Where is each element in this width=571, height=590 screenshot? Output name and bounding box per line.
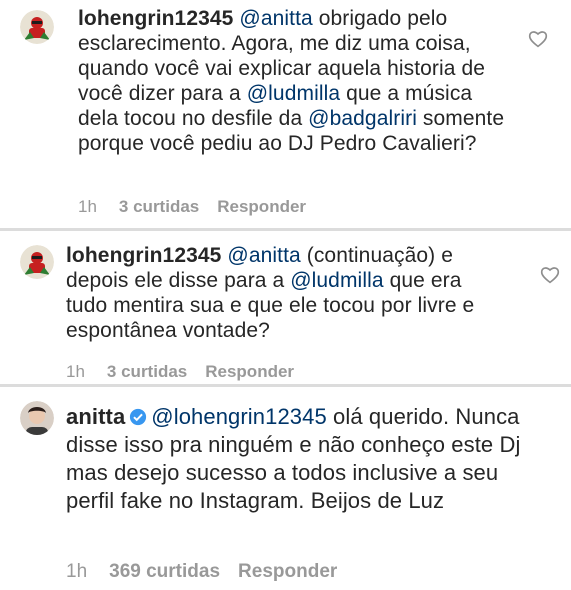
comment-text: lohengrin12345 @anitta obrigado pelo esc… [78,6,518,156]
reply-button[interactable]: Responder [238,561,337,582]
comment-text: anitta @lohengrin12345 olá querido. Nunca… [66,403,526,515]
verified-badge-icon [130,408,147,426]
likes-count-button[interactable]: 3 curtidas [119,197,199,216]
likes-count-button[interactable]: 3 curtidas [107,362,187,381]
mention-link[interactable]: @ludmilla [247,82,340,105]
mention-link[interactable]: @lohengrin12345 [151,404,327,429]
comment-time: 1h [78,197,97,216]
comment-username[interactable]: anitta [66,404,125,429]
comment-username[interactable]: lohengrin12345 [66,244,221,267]
comment-item: lohengrin12345 @anitta (continuação) e d… [0,228,571,384]
comment-meta: 1h 3 curtidas Responder [66,362,312,382]
mention-link[interactable]: @badgalriri [308,107,417,130]
heart-icon[interactable] [540,266,560,284]
comment-item: lohengrin12345 @anitta obrigado pelo esc… [0,0,571,228]
comment-username[interactable]: lohengrin12345 [78,7,233,30]
profile-avatar-icon[interactable] [20,245,54,279]
comment-meta: 1h 3 curtidas Responder [78,197,324,217]
reply-button[interactable]: Responder [205,362,294,381]
profile-avatar-icon[interactable] [20,10,54,44]
comment-meta: 1h 369 curtidas Responder [66,561,355,583]
reply-button[interactable]: Responder [217,197,306,216]
profile-avatar-icon[interactable] [20,401,54,435]
heart-icon[interactable] [528,30,548,48]
mention-link[interactable]: @anitta [239,7,312,30]
mention-link[interactable]: @anitta [227,244,300,267]
comment-thread: lohengrin12345 @anitta obrigado pelo esc… [0,0,571,590]
comment-text: lohengrin12345 @anitta (continuação) e d… [66,243,506,343]
likes-count-button[interactable]: 369 curtidas [109,561,220,582]
comment-item: anitta @lohengrin12345 olá querido. Nunca… [0,384,571,590]
mention-link[interactable]: @ludmilla [290,269,383,292]
comment-time: 1h [66,362,85,381]
comment-time: 1h [66,561,88,582]
